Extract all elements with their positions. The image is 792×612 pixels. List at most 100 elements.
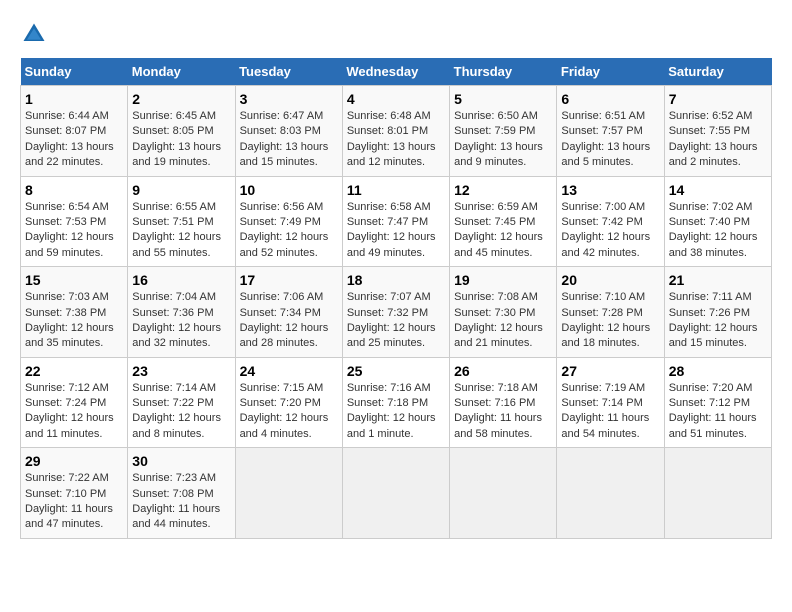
table-row: 9 Sunrise: 6:55 AMSunset: 7:51 PMDaylight…	[128, 176, 235, 267]
logo	[20, 20, 52, 48]
table-row	[235, 448, 342, 539]
day-info: Sunrise: 6:59 AMSunset: 7:45 PMDaylight:…	[454, 200, 552, 262]
header-cell-thursday: Thursday	[450, 58, 557, 86]
day-info: Sunrise: 7:03 AMSunset: 7:38 PMDaylight:…	[25, 290, 123, 352]
day-number: 25	[347, 363, 445, 379]
day-info: Sunrise: 6:52 AMSunset: 7:55 PMDaylight:…	[669, 109, 767, 171]
calendar-week-3: 15 Sunrise: 7:03 AMSunset: 7:38 PMDayligh…	[21, 267, 772, 358]
header-row: SundayMondayTuesdayWednesdayThursdayFrid…	[21, 58, 772, 86]
day-info: Sunrise: 6:45 AMSunset: 8:05 PMDaylight:…	[132, 109, 230, 171]
table-row	[664, 448, 771, 539]
day-number: 4	[347, 91, 445, 107]
table-row: 10 Sunrise: 6:56 AMSunset: 7:49 PMDayligh…	[235, 176, 342, 267]
header-cell-wednesday: Wednesday	[342, 58, 449, 86]
header-cell-saturday: Saturday	[664, 58, 771, 86]
table-row: 12 Sunrise: 6:59 AMSunset: 7:45 PMDayligh…	[450, 176, 557, 267]
day-info: Sunrise: 7:22 AMSunset: 7:10 PMDaylight:…	[25, 471, 123, 533]
table-row: 16 Sunrise: 7:04 AMSunset: 7:36 PMDayligh…	[128, 267, 235, 358]
day-number: 9	[132, 182, 230, 198]
day-info: Sunrise: 7:04 AMSunset: 7:36 PMDaylight:…	[132, 290, 230, 352]
table-row: 18Sunrise: 7:07 AMSunset: 7:32 PMDayligh…	[342, 267, 449, 358]
day-info: Sunrise: 7:10 AMSunset: 7:28 PMDaylight:…	[561, 290, 659, 352]
day-number: 7	[669, 91, 767, 107]
table-row: 20 Sunrise: 7:10 AMSunset: 7:28 PMDayligh…	[557, 267, 664, 358]
calendar-week-5: 29 Sunrise: 7:22 AMSunset: 7:10 PMDayligh…	[21, 448, 772, 539]
day-info: Sunrise: 6:58 AMSunset: 7:47 PMDaylight:…	[347, 200, 445, 262]
day-number: 17	[240, 272, 338, 288]
table-row: 27 Sunrise: 7:19 AMSunset: 7:14 PMDayligh…	[557, 357, 664, 448]
day-info: Sunrise: 7:12 AMSunset: 7:24 PMDaylight:…	[25, 381, 123, 443]
header-cell-friday: Friday	[557, 58, 664, 86]
day-number: 6	[561, 91, 659, 107]
table-row	[557, 448, 664, 539]
table-row: 7 Sunrise: 6:52 AMSunset: 7:55 PMDaylight…	[664, 86, 771, 177]
day-number: 27	[561, 363, 659, 379]
day-info: Sunrise: 6:54 AMSunset: 7:53 PMDaylight:…	[25, 200, 123, 262]
table-row: 21 Sunrise: 7:11 AMSunset: 7:26 PMDayligh…	[664, 267, 771, 358]
day-number: 20	[561, 272, 659, 288]
day-number: 5	[454, 91, 552, 107]
table-row: 1Sunrise: 6:44 AMSunset: 8:07 PMDaylight…	[21, 86, 128, 177]
day-number: 19	[454, 272, 552, 288]
table-row: 14 Sunrise: 7:02 AMSunset: 7:40 PMDayligh…	[664, 176, 771, 267]
day-info: Sunrise: 7:16 AMSunset: 7:18 PMDaylight:…	[347, 381, 445, 443]
day-info: Sunrise: 7:00 AMSunset: 7:42 PMDaylight:…	[561, 200, 659, 262]
day-info: Sunrise: 7:11 AMSunset: 7:26 PMDaylight:…	[669, 290, 767, 352]
day-info: Sunrise: 7:23 AMSunset: 7:08 PMDaylight:…	[132, 471, 230, 533]
day-info: Sunrise: 7:02 AMSunset: 7:40 PMDaylight:…	[669, 200, 767, 262]
day-info: Sunrise: 6:50 AMSunset: 7:59 PMDaylight:…	[454, 109, 552, 171]
day-info: Sunrise: 7:14 AMSunset: 7:22 PMDaylight:…	[132, 381, 230, 443]
calendar-week-4: 22 Sunrise: 7:12 AMSunset: 7:24 PMDayligh…	[21, 357, 772, 448]
day-number: 29	[25, 453, 123, 469]
table-row: 25 Sunrise: 7:16 AMSunset: 7:18 PMDayligh…	[342, 357, 449, 448]
day-number: 2	[132, 91, 230, 107]
header-cell-sunday: Sunday	[21, 58, 128, 86]
calendar-week-2: 8 Sunrise: 6:54 AMSunset: 7:53 PMDaylight…	[21, 176, 772, 267]
table-row: 6 Sunrise: 6:51 AMSunset: 7:57 PMDaylight…	[557, 86, 664, 177]
table-row: 23 Sunrise: 7:14 AMSunset: 7:22 PMDayligh…	[128, 357, 235, 448]
logo-icon	[20, 20, 48, 48]
day-number: 15	[25, 272, 123, 288]
day-info: Sunrise: 6:56 AMSunset: 7:49 PMDaylight:…	[240, 200, 338, 262]
calendar-table: SundayMondayTuesdayWednesdayThursdayFrid…	[20, 58, 772, 539]
table-row: 2 Sunrise: 6:45 AMSunset: 8:05 PMDaylight…	[128, 86, 235, 177]
day-number: 3	[240, 91, 338, 107]
day-number: 16	[132, 272, 230, 288]
day-number: 14	[669, 182, 767, 198]
table-row: 3Sunrise: 6:47 AMSunset: 8:03 PMDaylight…	[235, 86, 342, 177]
table-row: 29 Sunrise: 7:22 AMSunset: 7:10 PMDayligh…	[21, 448, 128, 539]
day-number: 26	[454, 363, 552, 379]
table-row: 13 Sunrise: 7:00 AMSunset: 7:42 PMDayligh…	[557, 176, 664, 267]
day-info: Sunrise: 6:51 AMSunset: 7:57 PMDaylight:…	[561, 109, 659, 171]
calendar-week-1: 1Sunrise: 6:44 AMSunset: 8:07 PMDaylight…	[21, 86, 772, 177]
table-row: 8 Sunrise: 6:54 AMSunset: 7:53 PMDaylight…	[21, 176, 128, 267]
table-row: 26 Sunrise: 7:18 AMSunset: 7:16 PMDayligh…	[450, 357, 557, 448]
day-number: 21	[669, 272, 767, 288]
table-row: 24Sunrise: 7:15 AMSunset: 7:20 PMDayligh…	[235, 357, 342, 448]
table-row	[342, 448, 449, 539]
day-number: 10	[240, 182, 338, 198]
table-row: 19 Sunrise: 7:08 AMSunset: 7:30 PMDayligh…	[450, 267, 557, 358]
header-cell-monday: Monday	[128, 58, 235, 86]
table-row: 5 Sunrise: 6:50 AMSunset: 7:59 PMDaylight…	[450, 86, 557, 177]
day-info: Sunrise: 6:44 AMSunset: 8:07 PMDaylight:…	[25, 109, 123, 171]
day-number: 23	[132, 363, 230, 379]
day-info: Sunrise: 6:55 AMSunset: 7:51 PMDaylight:…	[132, 200, 230, 262]
day-number: 12	[454, 182, 552, 198]
day-info: Sunrise: 7:20 AMSunset: 7:12 PMDaylight:…	[669, 381, 767, 443]
day-number: 13	[561, 182, 659, 198]
day-number: 18	[347, 272, 445, 288]
table-row: 22 Sunrise: 7:12 AMSunset: 7:24 PMDayligh…	[21, 357, 128, 448]
day-info: Sunrise: 7:18 AMSunset: 7:16 PMDaylight:…	[454, 381, 552, 443]
day-number: 22	[25, 363, 123, 379]
table-row: 4 Sunrise: 6:48 AMSunset: 8:01 PMDaylight…	[342, 86, 449, 177]
header-cell-tuesday: Tuesday	[235, 58, 342, 86]
day-number: 8	[25, 182, 123, 198]
day-info: Sunrise: 7:06 AMSunset: 7:34 PMDaylight:…	[240, 290, 338, 352]
day-info: Sunrise: 7:19 AMSunset: 7:14 PMDaylight:…	[561, 381, 659, 443]
table-row	[450, 448, 557, 539]
table-row: 28Sunrise: 7:20 AMSunset: 7:12 PMDayligh…	[664, 357, 771, 448]
day-info: Sunrise: 7:08 AMSunset: 7:30 PMDaylight:…	[454, 290, 552, 352]
day-info: Sunrise: 7:15 AMSunset: 7:20 PMDaylight:…	[240, 381, 338, 443]
day-info: Sunrise: 6:48 AMSunset: 8:01 PMDaylight:…	[347, 109, 445, 171]
